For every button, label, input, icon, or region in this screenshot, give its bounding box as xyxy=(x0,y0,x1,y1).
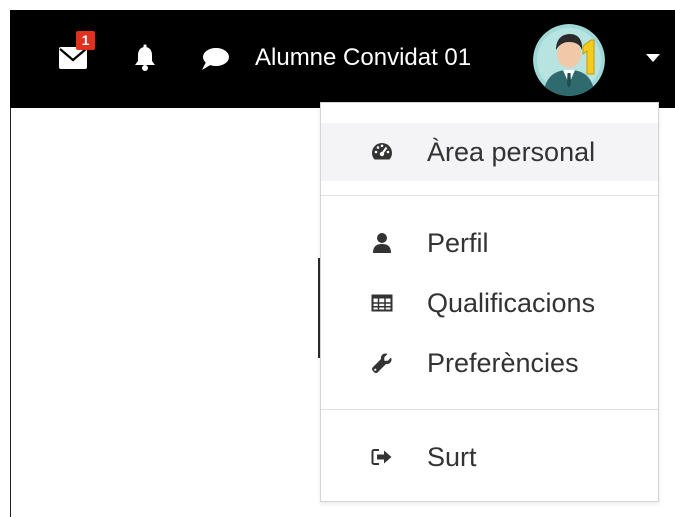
user-menu-dropdown: Àrea personal Perfil Qualificacions Pref… xyxy=(320,102,659,502)
menu-item-label: Surt xyxy=(427,442,477,472)
wrench-icon xyxy=(371,352,393,374)
menu-item-logout[interactable]: Surt xyxy=(321,428,658,486)
sign-out-icon xyxy=(371,446,393,468)
menu-item-label: Qualificacions xyxy=(427,288,596,318)
menu-item-label: Perfil xyxy=(427,228,489,258)
user-name[interactable]: Alumne Convidat 01 xyxy=(255,43,471,73)
menu-item-label: Preferències xyxy=(427,348,579,378)
chat-bubble-icon[interactable] xyxy=(200,46,230,72)
menu-item-preferences[interactable]: Preferències xyxy=(321,334,658,392)
menu-item-label: Àrea personal xyxy=(427,137,596,167)
mail-count-badge: 1 xyxy=(76,31,95,50)
user-avatar-icon[interactable] xyxy=(533,24,605,96)
caret-down-icon[interactable] xyxy=(646,54,660,62)
menu-divider xyxy=(321,409,658,410)
menu-item-grades[interactable]: Qualificacions xyxy=(321,274,658,332)
menu-item-dashboard[interactable]: Àrea personal xyxy=(321,123,658,181)
menu-divider xyxy=(321,195,658,196)
dashboard-gauge-icon xyxy=(371,141,393,163)
menu-item-profile[interactable]: Perfil xyxy=(321,214,658,272)
user-icon xyxy=(371,232,393,254)
bell-icon[interactable] xyxy=(132,44,158,72)
table-grid-icon xyxy=(371,292,393,314)
